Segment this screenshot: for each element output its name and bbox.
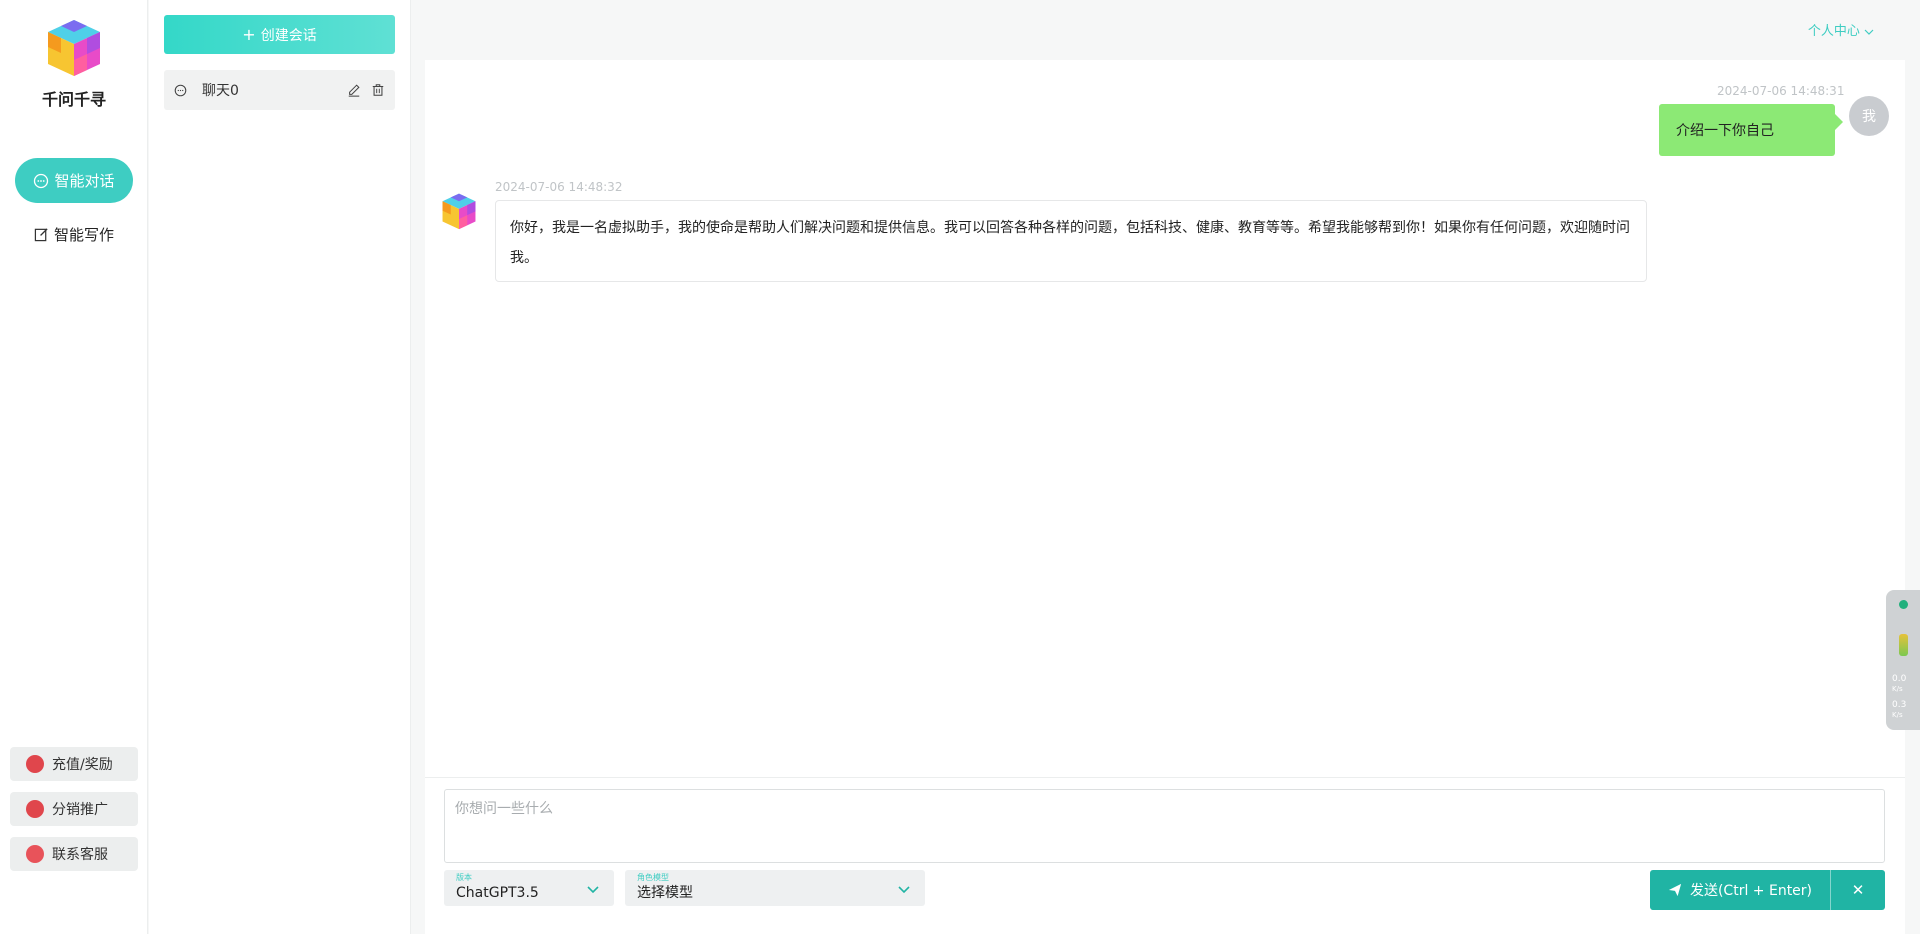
- share-icon: [26, 800, 44, 818]
- brand-name: 千问千寻: [41, 90, 106, 109]
- role-model-select[interactable]: 角色模型 选择模型: [625, 870, 925, 906]
- distribution-promo-label: 分销推广: [52, 802, 108, 818]
- close-button[interactable]: ✕: [1831, 870, 1885, 910]
- close-icon: ✕: [1851, 881, 1865, 899]
- contact-support-button[interactable]: 联系客服: [10, 837, 138, 871]
- nav-item-label: 智能写作: [53, 226, 114, 244]
- download-speed-unit: K/s: [1892, 711, 1903, 719]
- send-button-group: 发送(Ctrl + Enter) ✕: [1650, 870, 1885, 910]
- send-button[interactable]: 发送(Ctrl + Enter): [1650, 870, 1831, 910]
- upload-speed-unit: K/s: [1892, 685, 1903, 693]
- nav-item-smart-chat[interactable]: 智能对话: [15, 158, 133, 203]
- user-center-dropdown[interactable]: 个人中心: [1808, 20, 1874, 39]
- message-time: 2024-07-06 14:48:32: [495, 180, 623, 194]
- assistant-message-text: 你好，我是一名虚拟助手，我的使命是帮助人们解决问题和提供信息。我可以回答各种各样…: [510, 220, 1630, 266]
- user-center-label: 个人中心: [1807, 24, 1860, 39]
- message-time: 2024-07-06 14:48:31: [1717, 84, 1845, 98]
- assistant-message: 你好，我是一名虚拟助手，我的使命是帮助人们解决问题和提供信息。我可以回答各种各样…: [495, 200, 1647, 282]
- distribution-promo-button[interactable]: 分销推广: [10, 792, 138, 826]
- headset-icon: [26, 845, 44, 863]
- nav-item-label: 智能对话: [54, 172, 115, 190]
- user-message: 介绍一下你自己: [1659, 104, 1843, 156]
- role-model-value: 选择模型: [637, 885, 693, 901]
- delete-icon[interactable]: [371, 83, 385, 97]
- version-caption: 版本: [456, 873, 472, 882]
- version-select[interactable]: 版本 ChatGPT3.5: [444, 870, 614, 906]
- network-speed-widget[interactable]: 0.0 K/s 0.3 K/s: [1886, 590, 1920, 730]
- create-session-label: 创建会话: [260, 27, 317, 44]
- usage-bar-icon: [1899, 634, 1908, 656]
- chat-bubble-icon: [33, 173, 49, 189]
- avatar: 我: [1849, 96, 1889, 136]
- user-message-text: 介绍一下你自己: [1676, 123, 1774, 139]
- paper-plane-icon: [1668, 883, 1682, 897]
- session-list-panel: + 创建会话 聊天0: [149, 0, 411, 934]
- create-session-button[interactable]: + 创建会话: [164, 15, 395, 54]
- plus-icon: +: [242, 25, 256, 44]
- chat-panel: 2024-07-06 14:48:31 我 介绍一下你自己 2024-07-06…: [425, 60, 1905, 934]
- app-logo: [48, 20, 100, 76]
- edit-icon: [34, 227, 49, 242]
- session-item[interactable]: 聊天0: [164, 70, 395, 110]
- chat-bubble-icon: [174, 84, 187, 97]
- chevron-down-icon: [586, 880, 600, 899]
- upload-speed: 0.0 K/s: [1892, 674, 1906, 694]
- recharge-reward-label: 充值/奖励: [52, 757, 113, 773]
- download-speed: 0.3 K/s: [1892, 700, 1906, 720]
- bot-avatar-icon: [442, 193, 476, 230]
- upload-speed-value: 0.0: [1892, 674, 1907, 684]
- chevron-down-icon: [1864, 28, 1874, 36]
- contact-support-label: 联系客服: [52, 847, 108, 863]
- role-model-caption: 角色模型: [637, 873, 669, 882]
- version-value: ChatGPT3.5: [456, 885, 539, 901]
- gift-icon: [26, 755, 44, 773]
- nav-item-smart-writing[interactable]: 智能写作: [15, 212, 133, 257]
- session-label: 聊天0: [202, 83, 239, 99]
- main-nav: 千问千寻 智能对话 智能写作 充值/奖励 分销推广 联系客服: [0, 0, 148, 934]
- download-speed-value: 0.3: [1892, 700, 1907, 710]
- divider: [425, 777, 1905, 778]
- question-input[interactable]: [444, 789, 1885, 863]
- chevron-down-icon: [897, 880, 911, 899]
- recharge-reward-button[interactable]: 充值/奖励: [10, 747, 138, 781]
- status-dot-icon: [1899, 600, 1908, 609]
- rename-icon[interactable]: [347, 83, 361, 97]
- send-label: 发送(Ctrl + Enter): [1689, 883, 1813, 899]
